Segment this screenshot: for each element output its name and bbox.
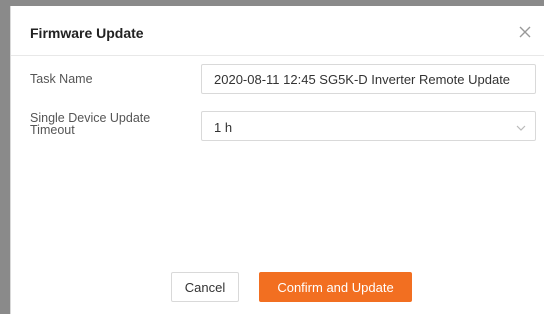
dialog-header: Firmware Update <box>11 6 544 56</box>
dialog-title: Firmware Update <box>30 25 144 41</box>
task-name-label: Task Name <box>30 72 93 86</box>
timeout-select[interactable]: 1 h <box>201 111 536 141</box>
timeout-select-value: 1 h <box>214 120 233 135</box>
confirm-update-button[interactable]: Confirm and Update <box>259 272 412 302</box>
close-icon[interactable] <box>516 23 534 41</box>
chevron-down-icon <box>515 121 527 133</box>
cancel-button[interactable]: Cancel <box>171 272 239 302</box>
timeout-label-line2: Timeout <box>30 123 75 137</box>
task-name-input[interactable] <box>201 64 536 94</box>
firmware-update-dialog: Firmware Update Task Name Single Device … <box>10 6 544 314</box>
